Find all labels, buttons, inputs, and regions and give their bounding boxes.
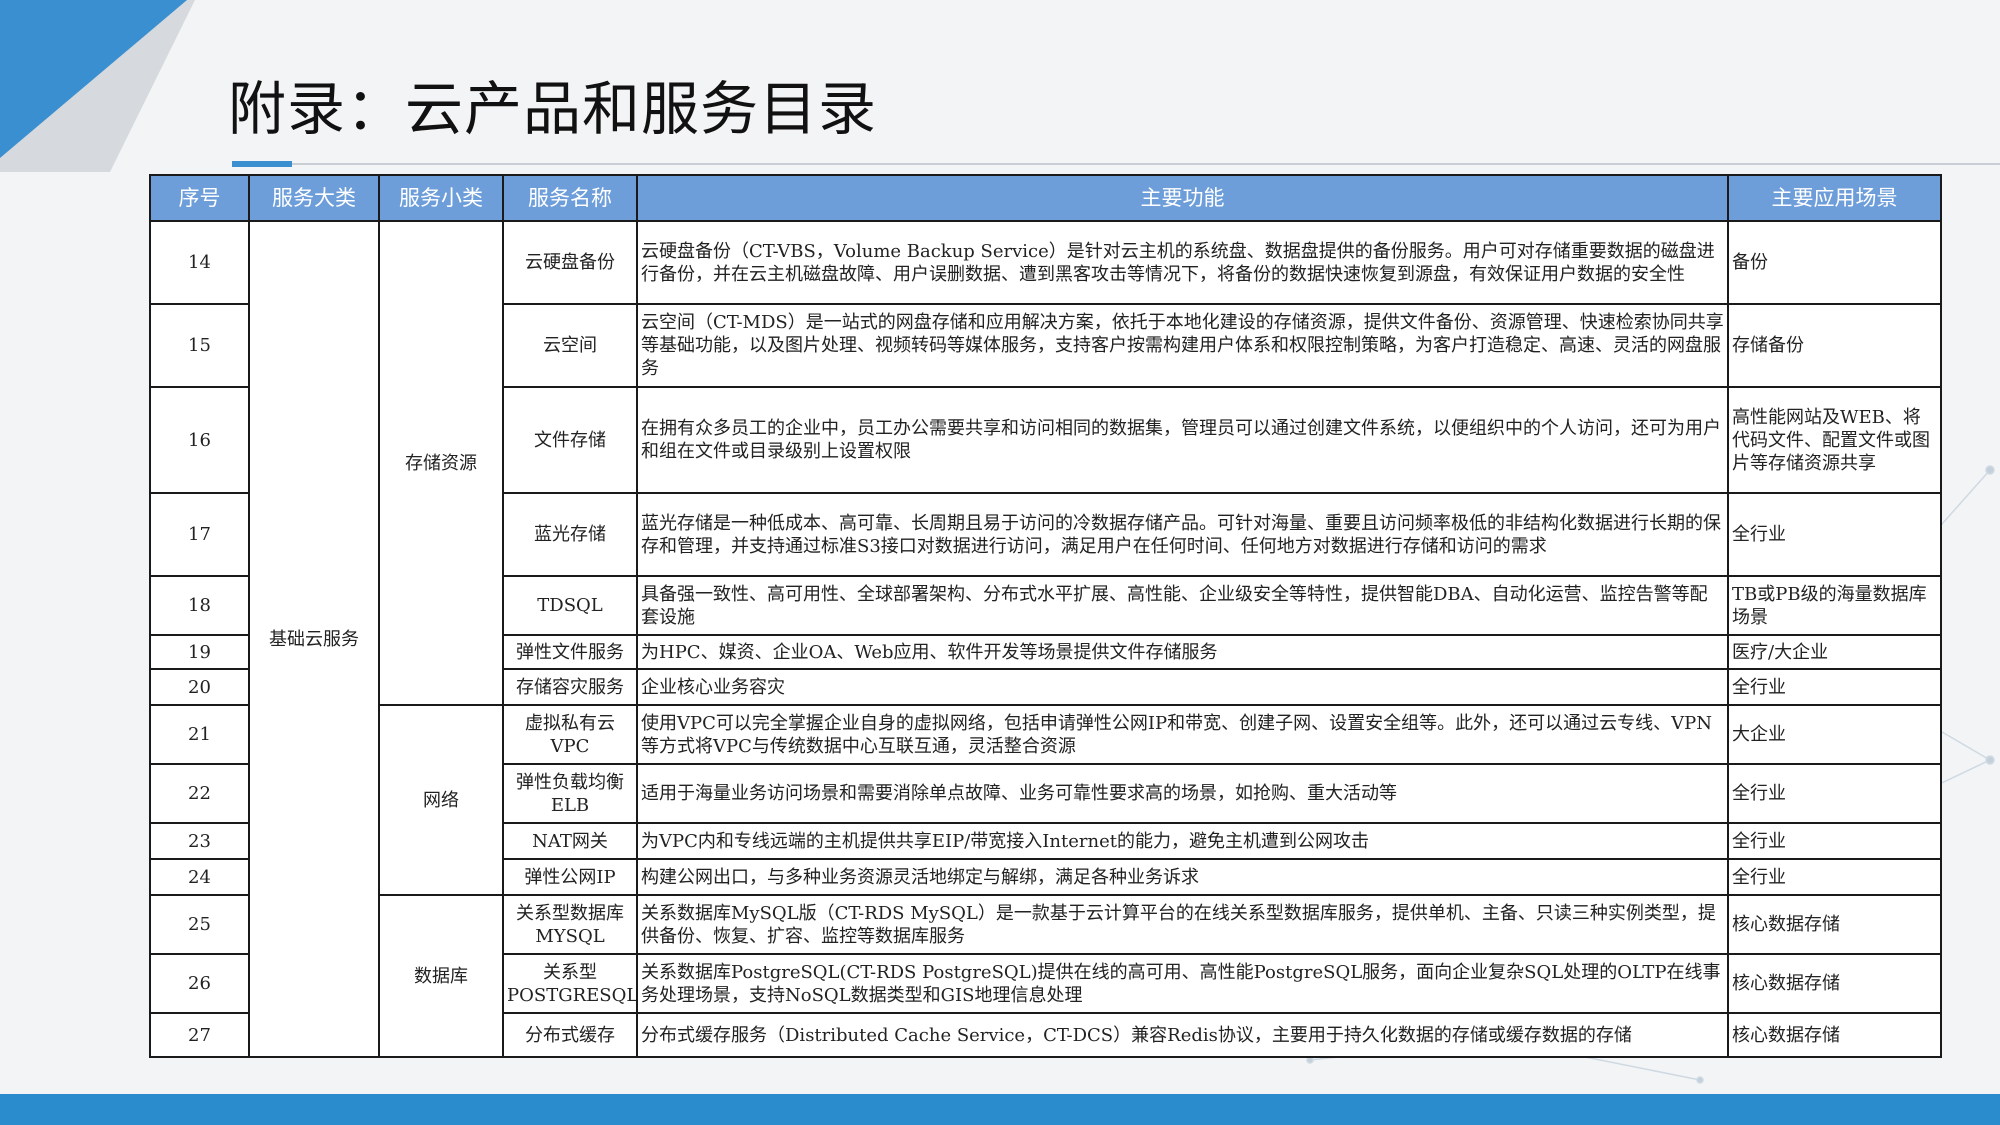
service-name: 蓝光存储 (502, 492, 638, 577)
service-scene: 核心数据存储 (1727, 894, 1942, 955)
service-scene: 医疗/大企业 (1727, 634, 1942, 670)
service-function: 关系数据库MySQL版（CT-RDS MySQL）是一款基于云计算平台的在线关系… (636, 894, 1729, 955)
header-scene: 主要应用场景 (1727, 174, 1942, 222)
row-no: 17 (149, 492, 250, 577)
row-no: 25 (149, 894, 250, 955)
row-no: 21 (149, 704, 250, 765)
service-scene: 备份 (1727, 220, 1942, 305)
bottom-bar (0, 1094, 2000, 1125)
service-scene: 高性能网站及WEB、将代码文件、配置文件或图片等存储资源共享 (1727, 386, 1942, 494)
subcategory-cell: 数据库 (378, 894, 504, 1058)
service-function: 在拥有众多员工的企业中，员工办公需要共享和访问相同的数据集，管理员可以通过创建文… (636, 386, 1729, 494)
service-scene: 核心数据存储 (1727, 1012, 1942, 1058)
service-scene: 核心数据存储 (1727, 953, 1942, 1014)
service-name: 文件存储 (502, 386, 638, 494)
title-underline-accent (232, 161, 292, 167)
service-function: 云空间（CT-MDS）是一站式的网盘存储和应用解决方案，依托于本地化建设的存储资… (636, 303, 1729, 388)
page-title: 附录：云产品和服务目录 (228, 75, 878, 143)
header-subcategory: 服务小类 (378, 174, 504, 222)
service-function: 具备强一致性、高可用性、全球部署架构、分布式水平扩展、高性能、企业级安全等特性，… (636, 575, 1729, 636)
service-scene: 全行业 (1727, 763, 1942, 824)
service-function: 适用于海量业务访问场景和需要消除单点故障、业务可靠性要求高的场景，如抢购、重大活… (636, 763, 1729, 824)
header-no: 序号 (149, 174, 250, 222)
service-function: 关系数据库PostgreSQL(CT-RDS PostgreSQL)提供在线的高… (636, 953, 1729, 1014)
service-function: 企业核心业务容灾 (636, 668, 1729, 706)
row-no: 20 (149, 668, 250, 706)
product-catalog-table: 序号 服务大类 服务小类 服务名称 主要功能 主要应用场景 14 基础云服务 存… (149, 174, 1942, 1058)
service-scene: TB或PB级的海量数据库场景 (1727, 575, 1942, 636)
service-name: 关系型POSTGRESQL (502, 953, 638, 1014)
service-name: 虚拟私有云VPC (502, 704, 638, 765)
service-scene: 全行业 (1727, 822, 1942, 860)
service-function: 为VPC内和专线远端的主机提供共享EIP/带宽接入Internet的能力，避免主… (636, 822, 1729, 860)
service-name: 弹性文件服务 (502, 634, 638, 670)
service-name: TDSQL (502, 575, 638, 636)
subcategory-cell: 存储资源 (378, 220, 504, 706)
table-row: 25 数据库 关系型数据库MYSQL 关系数据库MySQL版（CT-RDS My… (149, 894, 1942, 1058)
table-header-row: 序号 服务大类 服务小类 服务名称 主要功能 主要应用场景 (149, 174, 1942, 222)
row-no: 19 (149, 634, 250, 670)
service-function: 构建公网出口，与多种业务资源灵活地绑定与解绑，满足各种业务诉求 (636, 858, 1729, 896)
service-function: 使用VPC可以完全掌握企业自身的虚拟网络，包括申请弹性公网IP和带宽、创建子网、… (636, 704, 1729, 765)
service-scene: 大企业 (1727, 704, 1942, 765)
service-function: 分布式缓存服务（Distributed Cache Service，CT-DCS… (636, 1012, 1729, 1058)
service-name: 关系型数据库MYSQL (502, 894, 638, 955)
service-scene: 全行业 (1727, 668, 1942, 706)
row-no: 15 (149, 303, 250, 388)
header-service-name: 服务名称 (502, 174, 638, 222)
service-function: 为HPC、媒资、企业OA、Web应用、软件开发等场景提供文件存储服务 (636, 634, 1729, 670)
row-no: 22 (149, 763, 250, 824)
table-row: 21 网络 虚拟私有云VPC 使用VPC可以完全掌握企业自身的虚拟网络，包括申请… (149, 704, 1942, 896)
service-name: 分布式缓存 (502, 1012, 638, 1058)
table-row: 14 基础云服务 存储资源 云硬盘备份 云硬盘备份（CT-VBS，Volume … (149, 220, 1942, 1058)
service-scene: 全行业 (1727, 492, 1942, 577)
service-name: 弹性公网IP (502, 858, 638, 896)
service-function: 云硬盘备份（CT-VBS，Volume Backup Service）是针对云主… (636, 220, 1729, 305)
service-name: 弹性负载均衡ELB (502, 763, 638, 824)
service-name: 云空间 (502, 303, 638, 388)
row-no: 23 (149, 822, 250, 860)
row-no: 14 (149, 220, 250, 305)
service-scene: 全行业 (1727, 858, 1942, 896)
row-no: 27 (149, 1012, 250, 1058)
header-category: 服务大类 (248, 174, 380, 222)
row-no: 26 (149, 953, 250, 1014)
header-function: 主要功能 (636, 174, 1729, 222)
row-no: 16 (149, 386, 250, 494)
service-name: 存储容灾服务 (502, 668, 638, 706)
subcategory-cell: 网络 (378, 704, 504, 896)
row-no: 24 (149, 858, 250, 896)
service-function: 蓝光存储是一种低成本、高可靠、长周期且易于访问的冷数据存储产品。可针对海量、重要… (636, 492, 1729, 577)
service-scene: 存储备份 (1727, 303, 1942, 388)
row-no: 18 (149, 575, 250, 636)
category-cell: 基础云服务 (248, 220, 380, 1058)
service-name: NAT网关 (502, 822, 638, 860)
service-name: 云硬盘备份 (502, 220, 638, 305)
